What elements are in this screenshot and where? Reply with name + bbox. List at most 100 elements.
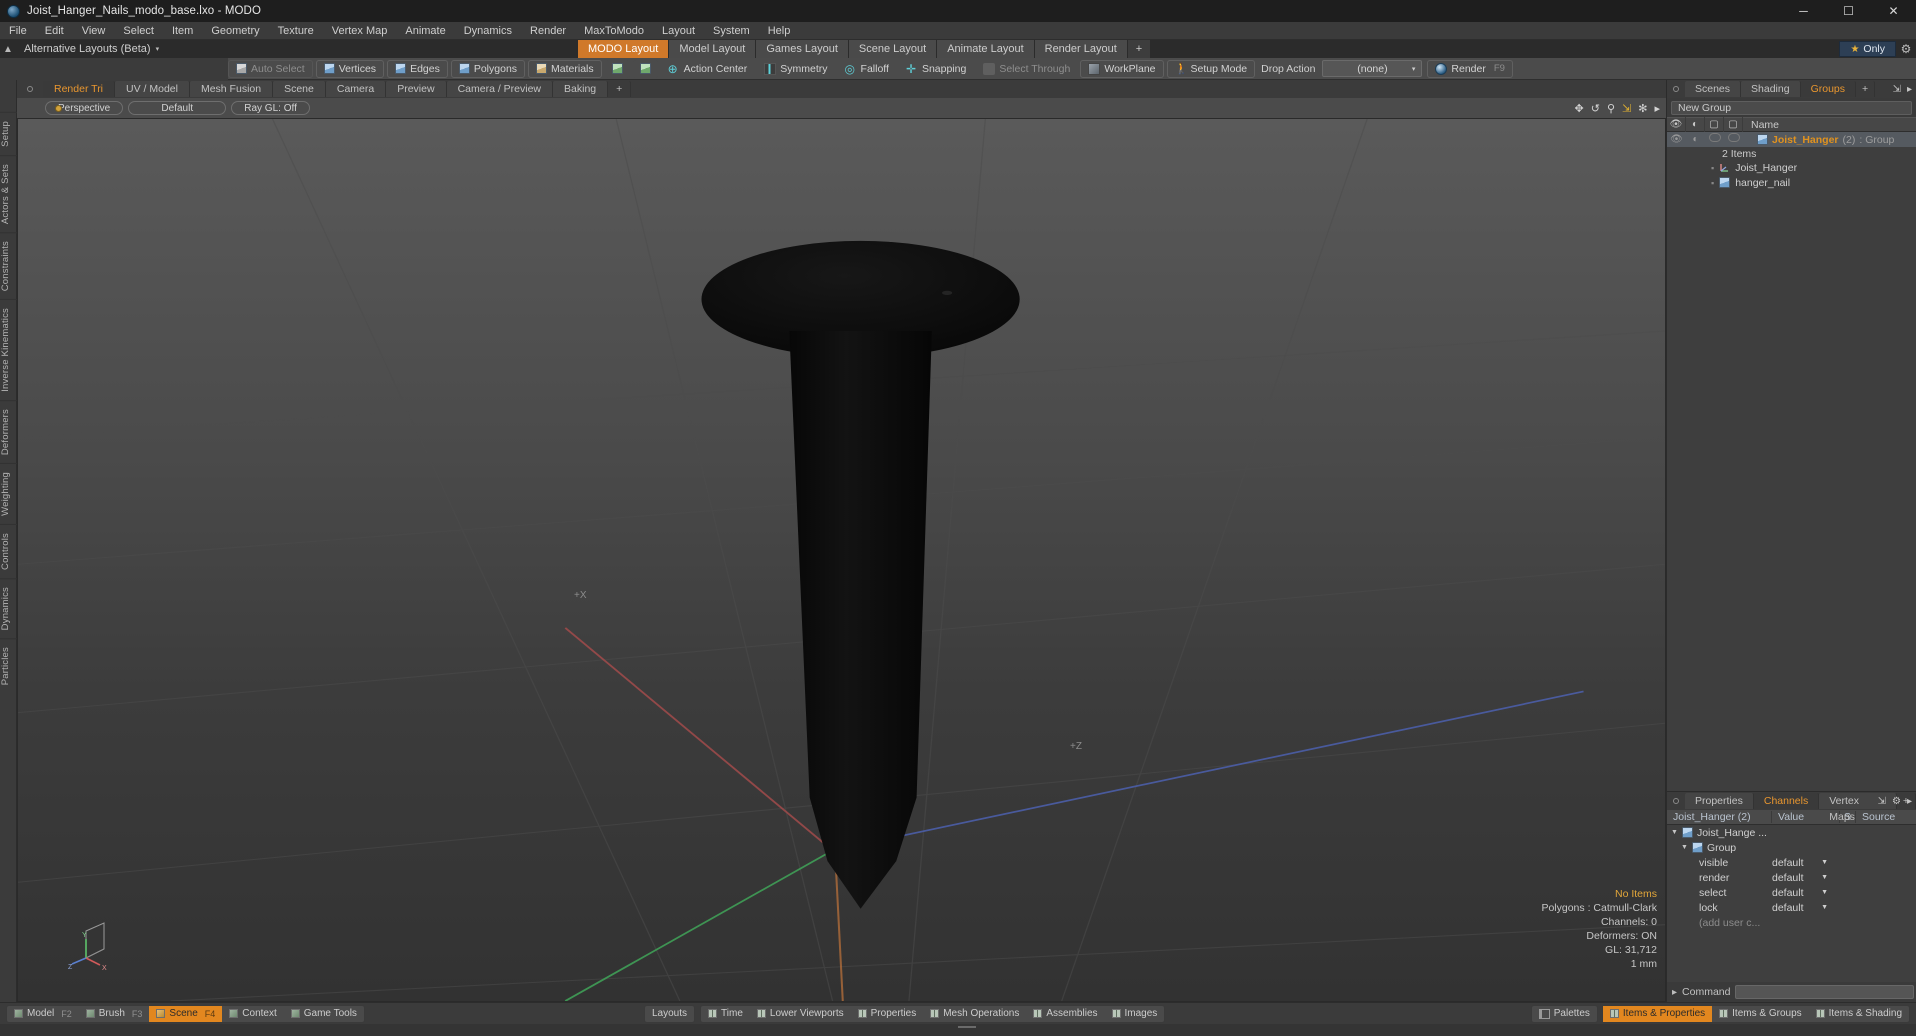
- sidebar-tab-controls[interactable]: Controls: [0, 524, 17, 579]
- menu-item[interactable]: Item: [163, 22, 202, 40]
- maximize-button[interactable]: ☐: [1826, 0, 1871, 22]
- auto-select-button[interactable]: Auto Select: [228, 59, 313, 78]
- render-button[interactable]: Render F9: [1427, 59, 1513, 78]
- tab-games-layout[interactable]: Games Layout: [756, 40, 849, 58]
- table-row[interactable]: 👁 ◐ Joist_Hanger (2) : Group: [1667, 132, 1916, 147]
- sidebar-tab-setup[interactable]: Setup: [0, 112, 17, 155]
- table-row[interactable]: select default ▼: [1667, 885, 1916, 900]
- menu-geometry[interactable]: Geometry: [202, 22, 268, 40]
- caret-icon[interactable]: ▸: [1907, 84, 1912, 95]
- tab-modo-layout[interactable]: MODO Layout: [578, 40, 670, 58]
- tab-add-layout[interactable]: +: [1127, 40, 1152, 58]
- shading-style-dropdown[interactable]: Default: [128, 101, 227, 115]
- tab-shading[interactable]: Shading: [1741, 81, 1801, 97]
- bottom-button-properties[interactable]: Properties: [851, 1006, 924, 1022]
- sidebar-tab-particles[interactable]: Particles: [0, 638, 17, 694]
- resize-handle[interactable]: [958, 1026, 976, 1028]
- eye-icon[interactable]: 👁: [1667, 117, 1686, 132]
- bottom-button-palettes[interactable]: Palettes: [1532, 1006, 1597, 1022]
- only-button[interactable]: ★ Only: [1839, 41, 1896, 57]
- expand-icon[interactable]: ⇲: [1893, 84, 1901, 95]
- bottom-button-lower-viewports[interactable]: Lower Viewports: [750, 1006, 851, 1022]
- ray-gl-dropdown[interactable]: Ray GL: Off: [231, 101, 310, 115]
- fit-icon[interactable]: ⇲: [1622, 102, 1631, 115]
- channel-value-dropdown[interactable]: default ▼: [1772, 872, 1840, 884]
- bottom-button-items-properties[interactable]: Items & Properties: [1602, 1005, 1713, 1022]
- minimize-button[interactable]: ─: [1781, 0, 1826, 22]
- gear-icon[interactable]: ⚙: [1896, 42, 1916, 56]
- tab-channels[interactable]: Channels: [1753, 793, 1820, 809]
- cube-outline-icon[interactable]: ▢: [1705, 117, 1724, 132]
- row-eye-icon[interactable]: 👁: [1667, 132, 1686, 147]
- bottom-button-layouts[interactable]: Layouts: [645, 1006, 694, 1022]
- menu-render[interactable]: Render: [521, 22, 575, 40]
- alternative-layouts-label[interactable]: Alternative Layouts (Beta): [16, 43, 151, 55]
- tab-camera-preview[interactable]: Camera / Preview: [446, 81, 554, 97]
- row-checkbox-1[interactable]: [1705, 132, 1724, 147]
- row-checkbox-2[interactable]: [1724, 132, 1743, 147]
- tab-preview[interactable]: Preview: [386, 81, 447, 97]
- table-row[interactable]: render default ▼: [1667, 870, 1916, 885]
- chevron-down-icon[interactable]: ▾: [156, 45, 160, 53]
- snapping-button[interactable]: Snapping: [899, 60, 973, 78]
- viewport-menu-icon[interactable]: [55, 104, 62, 112]
- bottom-button-items-groups[interactable]: Items & Groups: [1712, 1006, 1808, 1022]
- materials-button[interactable]: Materials: [528, 59, 602, 78]
- sidebar-tab-weighting[interactable]: Weighting: [0, 463, 17, 525]
- menu-texture[interactable]: Texture: [269, 22, 323, 40]
- menu-animate[interactable]: Animate: [396, 22, 454, 40]
- menu-file[interactable]: File: [0, 22, 36, 40]
- tab-properties[interactable]: Properties: [1685, 793, 1754, 809]
- zoom-icon[interactable]: ⚲: [1607, 102, 1615, 115]
- bottom-button-images[interactable]: Images: [1105, 1006, 1165, 1022]
- 3d-viewport[interactable]: +X +Z No Items Polygons : Catmull-Clark …: [17, 118, 1666, 1002]
- table-row[interactable]: (add user c...: [1667, 915, 1916, 930]
- caret-icon[interactable]: ▸: [1654, 102, 1660, 115]
- list-item[interactable]: ▪ Joist_Hanger: [1667, 160, 1916, 175]
- edges-button[interactable]: Edges: [387, 59, 448, 78]
- move-icon[interactable]: ✥: [1575, 102, 1584, 115]
- tab-groups[interactable]: Groups: [1800, 81, 1857, 97]
- panel-menu-icon[interactable]: [1673, 86, 1679, 92]
- bottom-button-context[interactable]: Context: [222, 1006, 283, 1022]
- item-list[interactable]: 👁 ◐ Joist_Hanger (2) : Group 2 Items ▪ J…: [1667, 132, 1916, 792]
- tab-scene[interactable]: Scene: [273, 81, 326, 97]
- tab-render-layout[interactable]: Render Layout: [1034, 40, 1128, 58]
- tab-mesh-fusion[interactable]: Mesh Fusion: [189, 81, 274, 97]
- menu-help[interactable]: Help: [759, 22, 800, 40]
- menu-vertex-map[interactable]: Vertex Map: [323, 22, 397, 40]
- tab-add-viewport[interactable]: +: [608, 81, 632, 97]
- sidebar-tab-inverse-kinematics[interactable]: Inverse Kinematics: [0, 299, 17, 401]
- settings-icon[interactable]: ✻: [1638, 102, 1647, 115]
- expand-icon[interactable]: ⇲: [1878, 796, 1886, 807]
- bottom-button-items-shading[interactable]: Items & Shading: [1809, 1006, 1909, 1022]
- sidebar-tab-constraints[interactable]: Constraints: [0, 231, 17, 300]
- gear-icon[interactable]: ⚙: [1892, 796, 1901, 807]
- menu-maxtomodo[interactable]: MaxToModo: [575, 22, 653, 40]
- layout-pin-icon[interactable]: ▲: [0, 44, 16, 55]
- tab-add-panel[interactable]: +: [1856, 81, 1876, 97]
- menu-edit[interactable]: Edit: [36, 22, 73, 40]
- tab-render-tri[interactable]: Render Tri: [43, 81, 116, 97]
- globe-select-button[interactable]: [604, 59, 630, 78]
- symmetry-button[interactable]: Symmetry: [757, 60, 834, 78]
- table-row[interactable]: ▼ Group: [1667, 840, 1916, 855]
- close-button[interactable]: ✕: [1871, 0, 1916, 22]
- select-through-button[interactable]: Select Through: [976, 60, 1077, 78]
- channel-value-dropdown[interactable]: default ▼: [1772, 902, 1840, 914]
- list-item[interactable]: ▪ hanger_nail: [1667, 175, 1916, 190]
- tab-uv-model[interactable]: UV / Model: [115, 81, 190, 97]
- bottom-button-brush[interactable]: Brush F3: [79, 1006, 150, 1022]
- cube-outline-icon[interactable]: ▢: [1724, 117, 1743, 132]
- action-center-button[interactable]: Action Center: [661, 60, 755, 78]
- menu-dynamics[interactable]: Dynamics: [455, 22, 521, 40]
- menu-layout[interactable]: Layout: [653, 22, 704, 40]
- table-row[interactable]: lock default ▼: [1667, 900, 1916, 915]
- table-row[interactable]: visible default ▼: [1667, 855, 1916, 870]
- panel-menu-icon[interactable]: [1673, 798, 1679, 804]
- channels-tree[interactable]: ▼ Joist_Hange ... ▼ Group visible defaul…: [1667, 825, 1916, 982]
- bottom-button-time[interactable]: Time: [701, 1006, 750, 1022]
- new-group-button[interactable]: New Group: [1671, 101, 1912, 115]
- rotate-icon[interactable]: ↺: [1591, 102, 1600, 115]
- panel-menu-icon[interactable]: [27, 86, 33, 92]
